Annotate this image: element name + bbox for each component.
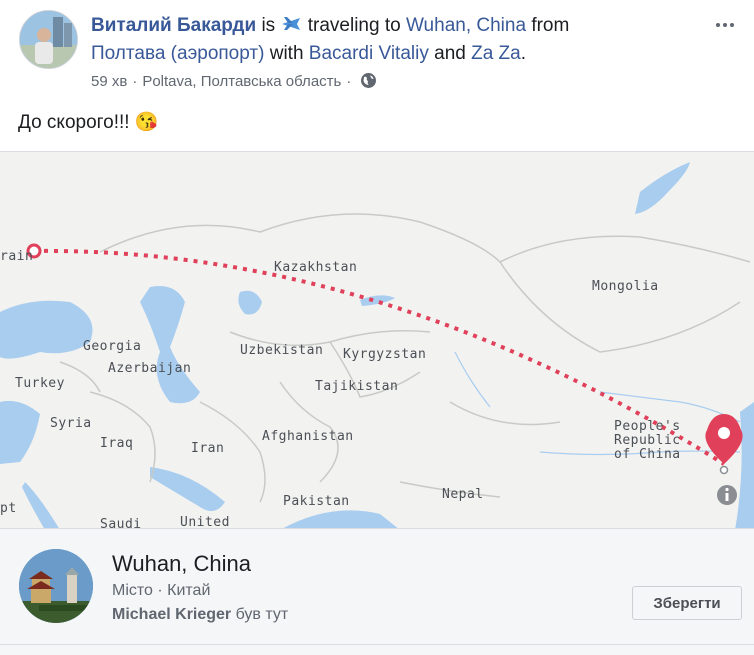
label-pakistan: Pakistan (283, 494, 350, 509)
label-iraq: Iraq (100, 436, 133, 451)
label-mongolia: Mongolia (592, 279, 659, 294)
label-kyrgyzstan: Kyrgyzstan (343, 347, 426, 362)
meta-separator: · (346, 73, 352, 90)
with-text: with (269, 43, 304, 64)
label-egypt: pt (0, 501, 17, 516)
label-iran: Iran (191, 441, 224, 456)
author-name[interactable]: Виталий Бакарди (91, 15, 256, 36)
label-saudi: Saudi (100, 517, 142, 529)
label-nepal: Nepal (442, 487, 484, 502)
place-name[interactable]: Wuhan, China (112, 551, 251, 577)
post-title: Виталий Бакарди is traveling to Wuhan, C… (91, 12, 711, 68)
label-china-1: People's (614, 419, 681, 434)
visitor-name[interactable]: Michael Krieger (112, 606, 231, 623)
timestamp[interactable]: 59 хв (91, 73, 127, 90)
globe-icon[interactable] (360, 72, 377, 93)
save-button[interactable]: Зберегти (632, 586, 742, 620)
label-afghanistan: Afghanistan (262, 429, 354, 444)
post-header: Виталий Бакарди is traveling to Wuhan, C… (0, 0, 754, 100)
and-text: and (434, 43, 466, 64)
label-united: United (180, 515, 230, 529)
label-georgia: Georgia (83, 339, 141, 354)
author-avatar[interactable] (19, 10, 78, 69)
label-china-3: of China (614, 447, 681, 462)
tagged-user-2[interactable]: Za Za (471, 43, 521, 64)
tagged-user-1[interactable]: Bacardi Vitaliy (309, 43, 429, 64)
place-type: Місто · Китай (112, 582, 211, 599)
label-tajikistan: Tajikistan (315, 379, 398, 394)
visited-text: був тут (235, 606, 289, 623)
place-card: Wuhan, China Місто · Китай Michael Krieg… (0, 529, 754, 655)
divider (0, 644, 754, 645)
destination-link[interactable]: Wuhan, China (406, 15, 526, 36)
label-ukraine: rain (0, 249, 33, 264)
map-canvas: Kazakhstan Mongolia Georgia Uzbekistan K… (0, 152, 754, 529)
activity-text: traveling to (307, 15, 401, 36)
meta-separator: · (132, 73, 138, 90)
more-options-icon[interactable] (716, 14, 740, 27)
label-china-2: Republic (614, 433, 681, 448)
label-turkey: Turkey (15, 376, 65, 391)
from-text: from (531, 15, 570, 36)
location-link[interactable]: Poltava, Полтавська область (142, 73, 341, 90)
post-meta: 59 хв · Poltava, Полтавська область · (91, 72, 377, 93)
place-photo[interactable] (19, 549, 93, 623)
origin-link[interactable]: Полтава (аэропорт) (91, 43, 264, 64)
post-text: До скорого!!! 😘 (18, 112, 159, 133)
is-text: is (261, 15, 276, 36)
airplane-icon (280, 15, 302, 36)
route-map[interactable]: Kazakhstan Mongolia Georgia Uzbekistan K… (0, 151, 754, 529)
label-azerbaijan: Azerbaijan (108, 361, 191, 376)
place-visited: Michael Krieger був тут (112, 606, 288, 624)
label-syria: Syria (50, 416, 92, 431)
label-kazakhstan: Kazakhstan (274, 260, 357, 275)
label-uzbekistan: Uzbekistan (240, 343, 323, 358)
info-icon[interactable] (717, 485, 737, 505)
period-text: . (520, 43, 527, 64)
